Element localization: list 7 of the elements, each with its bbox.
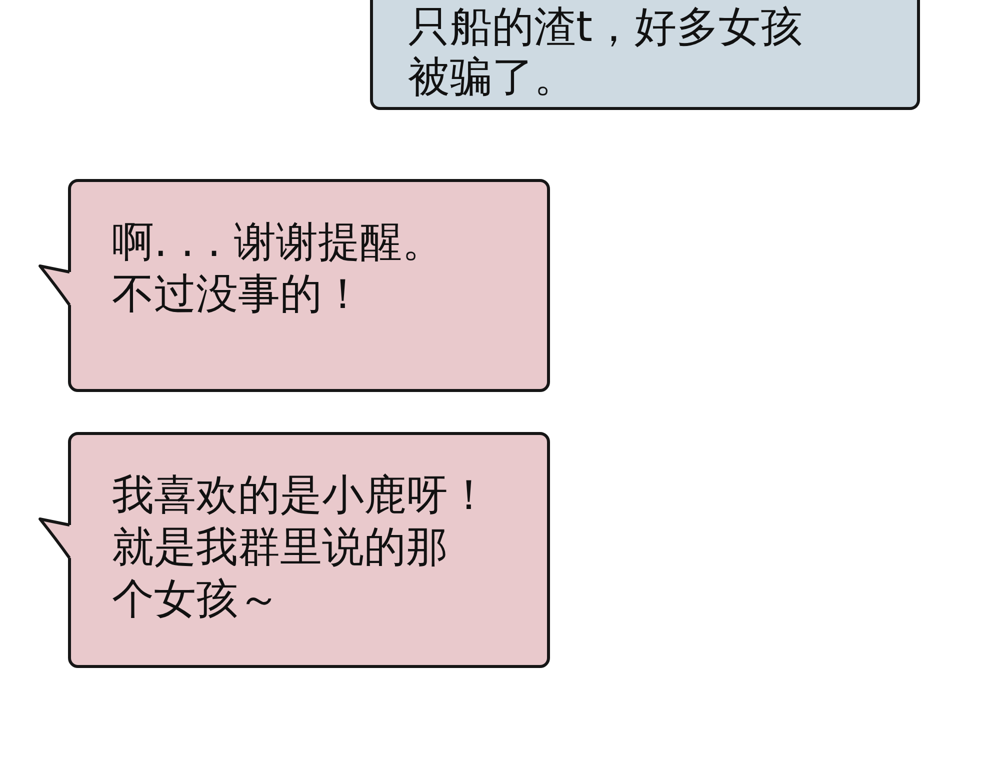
message-text: 不过没事的！	[112, 268, 364, 320]
message-text: 只船的渣t，好多女孩	[408, 2, 802, 52]
message-text: 被骗了。	[408, 52, 576, 102]
message-text: 我喜欢的是小鹿呀！	[112, 469, 490, 521]
message-text: 啊. . . 谢谢提醒。	[112, 216, 444, 268]
message-text: 个女孩～	[112, 573, 280, 625]
message-text: 就是我群里说的那	[112, 521, 448, 573]
